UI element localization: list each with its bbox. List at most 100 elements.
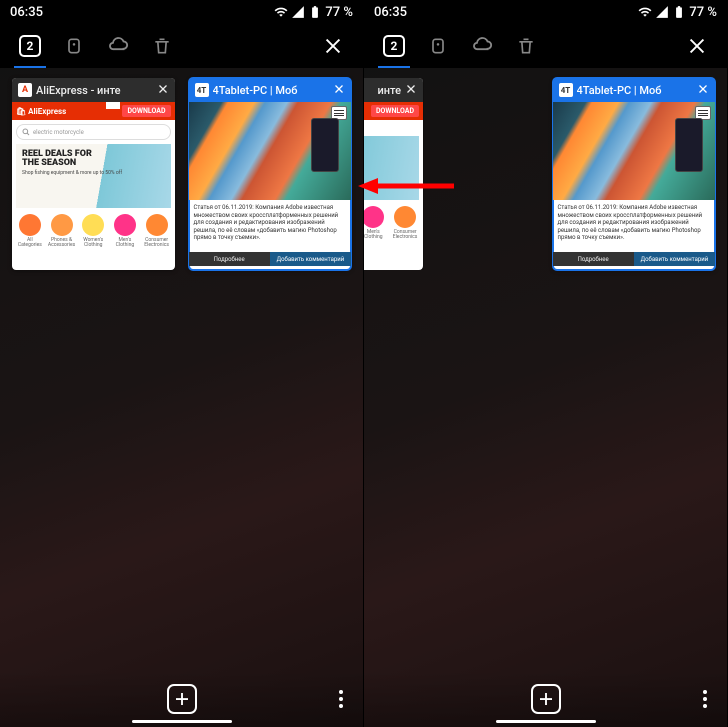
- new-tab-button[interactable]: [531, 684, 561, 714]
- battery-pct: 77 %: [689, 5, 717, 20]
- trash-icon: [516, 36, 536, 56]
- incognito-icon: [64, 36, 84, 56]
- toolbar: 2: [0, 24, 363, 68]
- add-comment-button: Добавить комментарий: [634, 252, 715, 266]
- article-image: [553, 102, 716, 200]
- statusbar: 06:35 77 %: [364, 0, 727, 24]
- more-menu-button[interactable]: [703, 690, 707, 708]
- delete-button[interactable]: [142, 26, 182, 66]
- bottombar: [0, 671, 363, 727]
- tab-card-4tablet[interactable]: 4T 4Tablet-PC | Моб Статья от 06.11.2019…: [553, 78, 716, 270]
- synced-tabs-button[interactable]: [462, 26, 502, 66]
- dot: [703, 697, 707, 701]
- search-bar: electric motorcycle: [16, 124, 171, 140]
- aliexpress-logo: 🛍 AliExpress: [16, 107, 66, 116]
- private-tabs-button[interactable]: [54, 26, 94, 66]
- signal-icon: [291, 5, 305, 19]
- category-item: All Categories: [17, 214, 43, 248]
- plus-icon: [537, 690, 555, 708]
- banner-subtitle: Shop fishing equipment & more up to 50% …: [22, 170, 165, 176]
- wifi-icon: [638, 5, 652, 19]
- close-icon: [686, 35, 708, 57]
- swipe-arrow-annotation: [356, 176, 456, 196]
- category-item: Consumer Electronics: [144, 214, 170, 248]
- gift-icon: [106, 102, 120, 120]
- more-menu-button[interactable]: [339, 690, 343, 708]
- close-icon: [157, 83, 169, 95]
- dot: [703, 690, 707, 694]
- tab-header: 4T 4Tablet-PC | Моб: [189, 78, 352, 102]
- download-badge: DOWNLOAD: [122, 105, 170, 117]
- cloud-icon: [107, 35, 129, 57]
- tab-count: 2: [27, 39, 34, 53]
- close-tab-button[interactable]: [157, 83, 169, 98]
- tab-grid: 4T 4Tablet-PC | Моб Статья от 06.11.2019…: [364, 78, 727, 270]
- close-icon: [333, 83, 345, 95]
- article-excerpt: Статья от 06.11.2019: Компания Adobe изв…: [553, 200, 716, 252]
- close-overview-button[interactable]: [677, 26, 717, 66]
- nav-handle[interactable]: [496, 720, 596, 723]
- dot: [339, 704, 343, 708]
- screen-left: 06:35 77 % 2 A AliEx: [0, 0, 364, 727]
- phone-illustration: [311, 118, 339, 172]
- favicon-aliexpress: A: [18, 83, 32, 97]
- search-icon: [22, 128, 30, 136]
- tab-card-aliexpress[interactable]: A AliExpress - инте 🛍 AliExpress DOWNLOA…: [12, 78, 175, 270]
- tab-title: 4Tablet-PC | Моб: [577, 84, 694, 97]
- dot: [339, 690, 343, 694]
- tabs-button[interactable]: 2: [10, 26, 50, 66]
- promo-banner: REEL DEALS FOR THE SEASON Shop fishing e…: [16, 144, 171, 208]
- read-more-button: Подробнее: [553, 252, 634, 266]
- cloud-icon: [471, 35, 493, 57]
- article-excerpt: Статья от 06.11.2019: Компания Adobe изв…: [189, 200, 352, 252]
- tab-card-4tablet[interactable]: 4T 4Tablet-PC | Моб Статья от 06.11.2019…: [189, 78, 352, 270]
- wifi-icon: [274, 5, 288, 19]
- toolbar: 2: [364, 24, 727, 68]
- close-overview-button[interactable]: [313, 26, 353, 66]
- bottombar: [364, 671, 727, 727]
- tab-header: 4T 4Tablet-PC | Моб: [553, 78, 716, 102]
- tab-title: AliExpress - инте: [36, 84, 153, 97]
- phone-illustration: [675, 118, 703, 172]
- statusbar: 06:35 77 %: [0, 0, 363, 24]
- tabs-button[interactable]: 2: [374, 26, 414, 66]
- status-time: 06:35: [10, 5, 43, 20]
- close-tab-button[interactable]: [333, 83, 345, 98]
- tab-header: A AliExpress - инте: [12, 78, 175, 102]
- close-icon: [697, 83, 709, 95]
- private-tabs-button[interactable]: [418, 26, 458, 66]
- close-tab-button[interactable]: [697, 83, 709, 98]
- screen-right: 06:35 77 % 2 инте: [364, 0, 728, 727]
- tab-count: 2: [391, 39, 398, 53]
- plus-icon: [173, 690, 191, 708]
- tab-grid: A AliExpress - инте 🛍 AliExpress DOWNLOA…: [0, 78, 363, 270]
- tab-thumbnail: 🛍 AliExpress DOWNLOAD electric motorcycl…: [12, 102, 175, 270]
- add-comment-button: Добавить комментарий: [270, 252, 351, 266]
- nav-handle[interactable]: [132, 720, 232, 723]
- incognito-icon: [428, 36, 448, 56]
- signal-icon: [655, 5, 669, 19]
- category-item: Phones & Accessories: [49, 214, 75, 248]
- tab-thumbnail: Статья от 06.11.2019: Компания Adobe изв…: [553, 102, 716, 270]
- delete-button[interactable]: [506, 26, 546, 66]
- read-more-button: Подробнее: [189, 252, 270, 266]
- battery-icon: [672, 5, 686, 19]
- banner-title-2: THE SEASON: [22, 159, 165, 168]
- status-icons: 77 %: [274, 5, 353, 20]
- category-item: Men's Clothing: [112, 214, 138, 248]
- status-time: 06:35: [374, 5, 407, 20]
- tab-thumbnail: Статья от 06.11.2019: Компания Adobe изв…: [189, 102, 352, 270]
- synced-tabs-button[interactable]: [98, 26, 138, 66]
- battery-pct: 77 %: [325, 5, 353, 20]
- dot: [339, 697, 343, 701]
- search-placeholder: electric motorcycle: [33, 129, 84, 136]
- status-icons: 77 %: [638, 5, 717, 20]
- favicon-4tablet: 4T: [195, 83, 209, 97]
- category-row: All CategoriesPhones & AccessoriesWomen'…: [12, 208, 175, 250]
- tab-title: 4Tablet-PC | Моб: [213, 84, 330, 97]
- battery-icon: [308, 5, 322, 19]
- favicon-4tablet: 4T: [559, 83, 573, 97]
- new-tab-button[interactable]: [167, 684, 197, 714]
- category-item: Women's Clothing: [80, 214, 106, 248]
- dot: [703, 704, 707, 708]
